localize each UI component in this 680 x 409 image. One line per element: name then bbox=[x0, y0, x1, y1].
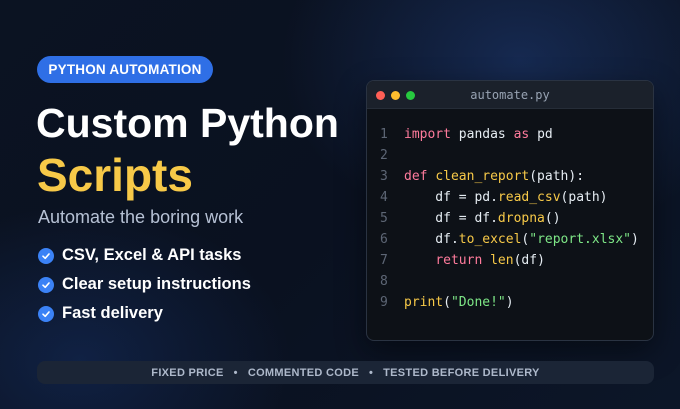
code-token: ) bbox=[631, 232, 639, 247]
feature-label: CSV, Excel & API tasks bbox=[62, 246, 242, 264]
code-text: df = pd.read_csv(path) bbox=[404, 187, 608, 208]
code-text: df = df.dropna() bbox=[404, 208, 561, 229]
code-token: df = df. bbox=[404, 211, 498, 226]
code-text: def clean_report(path): bbox=[404, 166, 584, 187]
feature-item: CSV, Excel & API tasks bbox=[38, 241, 251, 270]
code-token: (path): bbox=[529, 169, 585, 184]
bottom-item-fixed-price: FIXED PRICE bbox=[151, 366, 224, 379]
line-number: 3 bbox=[380, 169, 388, 184]
line-number: 6 bbox=[380, 232, 388, 247]
code-token: ) bbox=[505, 295, 514, 310]
feature-list: CSV, Excel & API tasks Clear setup instr… bbox=[38, 241, 251, 328]
code-editor-window: automate.py 1 import pandas as pd 2 3 def cl… bbox=[366, 80, 654, 341]
code-line: 8 bbox=[367, 271, 653, 292]
line-number: 7 bbox=[380, 253, 388, 268]
feature-label: Clear setup instructions bbox=[62, 275, 251, 293]
code-token: to_excel bbox=[458, 232, 522, 247]
code-token: import bbox=[404, 127, 451, 142]
separator: • bbox=[233, 366, 238, 379]
separator: • bbox=[368, 366, 374, 379]
code-area: 1 import pandas as pd 2 3 def clean_report(p… bbox=[367, 124, 653, 313]
line-number: 1 bbox=[380, 127, 388, 142]
line-number: 5 bbox=[380, 211, 388, 226]
code-token: "Done!" bbox=[450, 295, 506, 310]
bottom-item-tested: TESTED BEFORE DELIVERY bbox=[383, 366, 540, 379]
line-number: 2 bbox=[380, 148, 388, 163]
code-token: read_csv bbox=[497, 190, 561, 205]
line-number: 4 bbox=[380, 190, 388, 205]
checkmark-icon bbox=[38, 247, 54, 264]
code-token: len bbox=[490, 253, 514, 268]
checkmark-icon bbox=[38, 276, 54, 293]
line-number: 9 bbox=[380, 295, 388, 310]
headline-line-2: Scripts bbox=[37, 149, 193, 201]
code-token: (path) bbox=[560, 190, 608, 205]
code-token: ( bbox=[443, 295, 451, 310]
code-token: () bbox=[544, 211, 561, 226]
code-line: 4 df = pd.read_csv(path) bbox=[367, 187, 653, 208]
code-token: def bbox=[404, 169, 428, 184]
code-line: 6 df.to_excel("report.xlsx") bbox=[367, 229, 653, 250]
code-token: df = pd. bbox=[404, 190, 498, 205]
code-line: 1 import pandas as pd bbox=[367, 124, 653, 145]
feature-item: Clear setup instructions bbox=[38, 270, 251, 299]
code-token: print bbox=[404, 295, 444, 310]
line-number: 8 bbox=[380, 274, 388, 289]
code-token: (df) bbox=[513, 253, 545, 268]
code-token: as bbox=[513, 127, 530, 142]
code-text: return len(df) bbox=[404, 250, 545, 271]
code-token: dropna bbox=[497, 211, 545, 226]
code-token: pandas bbox=[450, 127, 514, 142]
code-token: "report.xlsx" bbox=[529, 232, 631, 247]
editor-titlebar: automate.py bbox=[367, 81, 653, 109]
code-token: pd bbox=[529, 127, 553, 142]
bottom-info-bar: FIXED PRICE • COMMENTED CODE • TESTED BE… bbox=[37, 361, 654, 384]
bottom-item-commented-code: COMMENTED CODE bbox=[247, 366, 359, 379]
headline-line-1: Custom Python bbox=[36, 100, 339, 146]
subtitle: Automate the boring work bbox=[38, 207, 244, 227]
code-token: df. bbox=[404, 232, 459, 247]
editor-filename: automate.py bbox=[470, 87, 550, 102]
code-line: 5 df = df.dropna() bbox=[367, 208, 653, 229]
code-token: return bbox=[435, 253, 483, 268]
code-text: print("Done!") bbox=[404, 292, 514, 313]
code-line: 7 return len(df) bbox=[367, 250, 653, 271]
checkmark-icon bbox=[38, 305, 54, 322]
category-badge: PYTHON AUTOMATION bbox=[37, 56, 213, 83]
feature-label: Fast delivery bbox=[62, 304, 163, 322]
code-line: 9 print("Done!") bbox=[367, 292, 653, 313]
code-line: 2 bbox=[367, 145, 653, 166]
code-text: df.to_excel("report.xlsx") bbox=[404, 229, 639, 250]
code-text: import pandas as pd bbox=[404, 124, 553, 145]
feature-item: Fast delivery bbox=[38, 299, 251, 328]
code-line: 3 def clean_report(path): bbox=[367, 166, 653, 187]
code-token: clean_report bbox=[435, 169, 530, 184]
